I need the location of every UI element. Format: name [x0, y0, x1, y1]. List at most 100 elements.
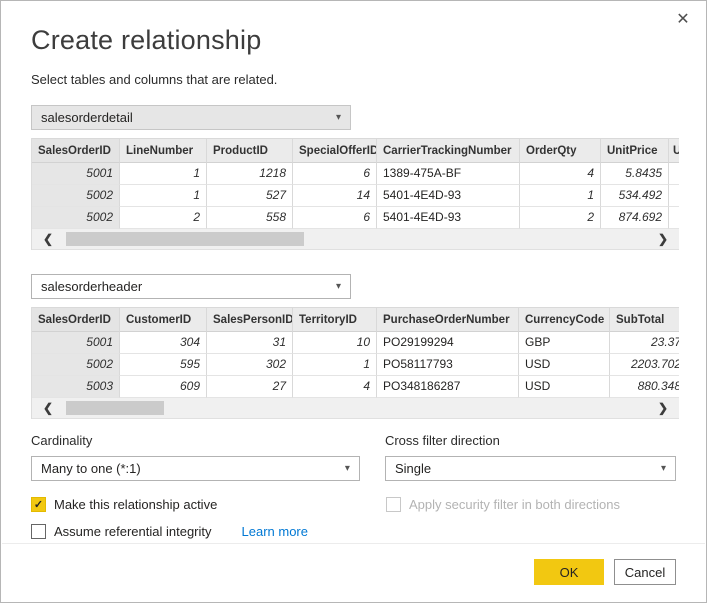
- table-cell[interactable]: 880.348: [610, 376, 679, 398]
- table1-select-value: salesorderdetail: [41, 110, 133, 125]
- referential-integrity-label: Assume referential integrity: [54, 524, 212, 539]
- column-header[interactable]: SpecialOfferID: [293, 138, 377, 163]
- table-cell[interactable]: 609: [120, 376, 207, 398]
- table-cell[interactable]: 5001: [32, 163, 120, 185]
- cross-filter-select[interactable]: Single ▾: [385, 456, 676, 481]
- table-cell[interactable]: 5.8435: [601, 163, 669, 185]
- column-header[interactable]: UnitPrice: [601, 138, 669, 163]
- chevron-down-icon: ▾: [336, 282, 341, 292]
- table2-header-row: SalesOrderID CustomerID SalesPersonID Te…: [32, 307, 679, 332]
- table-cell[interactable]: 23.37: [610, 332, 679, 354]
- table-cell[interactable]: [669, 207, 679, 229]
- column-header[interactable]: CarrierTrackingNumber: [377, 138, 520, 163]
- table-cell[interactable]: 5401-4E4D-93: [377, 207, 520, 229]
- scroll-right-icon[interactable]: ❯: [647, 398, 679, 418]
- scroll-left-icon[interactable]: ❮: [32, 398, 64, 418]
- table-cell[interactable]: 1: [120, 163, 207, 185]
- table1-header-row: SalesOrderID LineNumber ProductID Specia…: [32, 138, 679, 163]
- security-filter-label: Apply security filter in both directions: [409, 497, 620, 512]
- column-header[interactable]: SubTotal: [610, 307, 679, 332]
- column-header[interactable]: OrderQty: [520, 138, 601, 163]
- table-cell[interactable]: 5002: [32, 185, 120, 207]
- table-cell[interactable]: 2: [120, 207, 207, 229]
- ok-button[interactable]: OK: [534, 559, 604, 585]
- table-cell[interactable]: 2: [520, 207, 601, 229]
- table-cell[interactable]: PO348186287: [377, 376, 519, 398]
- close-icon[interactable]: ✕: [672, 9, 694, 31]
- column-header[interactable]: ProductID: [207, 138, 293, 163]
- column-header[interactable]: PurchaseOrderNumber: [377, 307, 519, 332]
- table-cell[interactable]: 10: [293, 332, 377, 354]
- table-cell[interactable]: 1: [520, 185, 601, 207]
- column-header[interactable]: CustomerID: [120, 307, 207, 332]
- column-header[interactable]: CurrencyCode: [519, 307, 610, 332]
- table-cell[interactable]: 527: [207, 185, 293, 207]
- table-cell[interactable]: 14: [293, 185, 377, 207]
- table-cell[interactable]: USD: [519, 354, 610, 376]
- active-relationship-checkbox[interactable]: ✓: [31, 497, 46, 512]
- cancel-button[interactable]: Cancel: [614, 559, 676, 585]
- table-cell[interactable]: 5003: [32, 376, 120, 398]
- table-cell[interactable]: 304: [120, 332, 207, 354]
- table-cell[interactable]: 874.692: [601, 207, 669, 229]
- cross-filter-value: Single: [395, 461, 431, 476]
- footer-divider: [2, 543, 705, 544]
- scroll-left-icon[interactable]: ❮: [32, 229, 64, 249]
- scroll-right-icon[interactable]: ❯: [647, 229, 679, 249]
- table-cell[interactable]: 595: [120, 354, 207, 376]
- referential-integrity-checkbox[interactable]: [31, 524, 46, 539]
- column-header[interactable]: SalesOrderID: [32, 307, 120, 332]
- table-cell[interactable]: 6: [293, 207, 377, 229]
- chevron-down-icon: ▾: [336, 113, 341, 123]
- table2-select-value: salesorderheader: [41, 279, 142, 294]
- scrollbar-thumb[interactable]: [66, 401, 164, 415]
- table-cell[interactable]: 4: [520, 163, 601, 185]
- checkbox-row-1: ✓ Make this relationship active Apply se…: [31, 497, 676, 512]
- table-cell[interactable]: 534.492: [601, 185, 669, 207]
- table-cell[interactable]: 2203.702: [610, 354, 679, 376]
- scrollbar-thumb[interactable]: [66, 232, 304, 246]
- table-cell[interactable]: 1: [120, 185, 207, 207]
- table-cell[interactable]: GBP: [519, 332, 610, 354]
- table1-preview: SalesOrderID LineNumber ProductID Specia…: [31, 138, 679, 250]
- table-cell[interactable]: [669, 185, 679, 207]
- table1-hscrollbar: ❮ ❯: [32, 229, 679, 250]
- table-cell[interactable]: [669, 163, 679, 185]
- table-cell[interactable]: 5401-4E4D-93: [377, 185, 520, 207]
- column-header[interactable]: SalesPersonID: [207, 307, 293, 332]
- table2-select[interactable]: salesorderheader ▾: [31, 274, 351, 299]
- table-row: 5001 1 1218 6 1389-475A-BF 4 5.8435: [32, 163, 679, 185]
- learn-more-link[interactable]: Learn more: [242, 524, 308, 539]
- footer: OK Cancel: [534, 559, 676, 585]
- column-header[interactable]: U: [669, 138, 679, 163]
- cardinality-select[interactable]: Many to one (*:1) ▾: [31, 456, 360, 481]
- table-cell[interactable]: 5002: [32, 207, 120, 229]
- table-cell[interactable]: 1389-475A-BF: [377, 163, 520, 185]
- table-row: 5002 1 527 14 5401-4E4D-93 1 534.492: [32, 185, 679, 207]
- column-header[interactable]: TerritoryID: [293, 307, 377, 332]
- page-title: Create relationship: [31, 1, 676, 56]
- table-cell[interactable]: 302: [207, 354, 293, 376]
- table-cell[interactable]: USD: [519, 376, 610, 398]
- cardinality-value: Many to one (*:1): [41, 461, 141, 476]
- table-cell[interactable]: 27: [207, 376, 293, 398]
- table-cell[interactable]: 31: [207, 332, 293, 354]
- scrollbar-track[interactable]: [64, 401, 647, 415]
- table-cell[interactable]: 558: [207, 207, 293, 229]
- table2-hscrollbar: ❮ ❯: [32, 398, 679, 419]
- table-cell[interactable]: 5002: [32, 354, 120, 376]
- checkmark-icon: ✓: [34, 498, 43, 511]
- table-cell[interactable]: 1: [293, 354, 377, 376]
- table-cell[interactable]: 5001: [32, 332, 120, 354]
- scrollbar-track[interactable]: [64, 232, 647, 246]
- table1-select[interactable]: salesorderdetail ▾: [31, 105, 351, 130]
- table-cell[interactable]: PO58117793: [377, 354, 519, 376]
- table-cell[interactable]: 4: [293, 376, 377, 398]
- table-cell[interactable]: 6: [293, 163, 377, 185]
- column-header[interactable]: LineNumber: [120, 138, 207, 163]
- table-row: 5002 595 302 1 PO58117793 USD 2203.702: [32, 354, 679, 376]
- table-cell[interactable]: 1218: [207, 163, 293, 185]
- column-header[interactable]: SalesOrderID: [32, 138, 120, 163]
- table-cell[interactable]: PO29199294: [377, 332, 519, 354]
- cardinality-label: Cardinality: [31, 433, 360, 448]
